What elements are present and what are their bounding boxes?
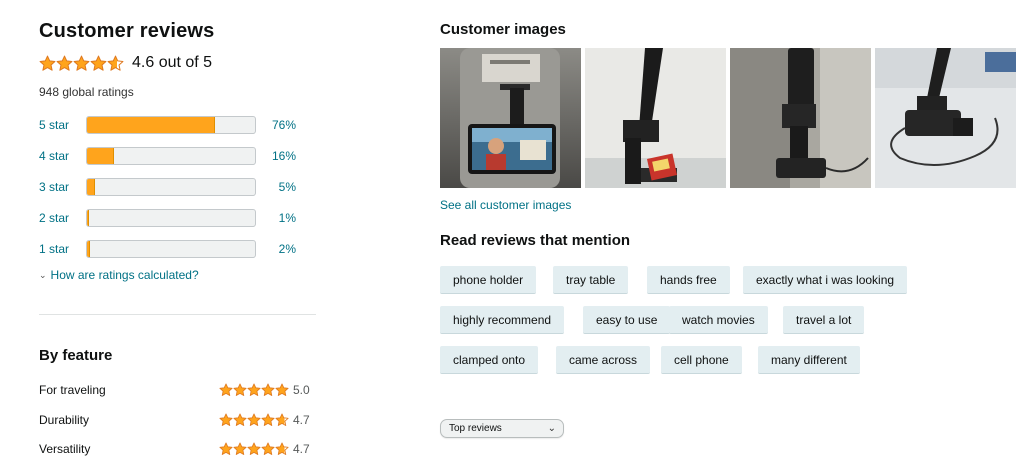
customer-image-strip <box>440 48 1016 188</box>
feature-stars-icon <box>219 383 289 397</box>
feature-name: Durability <box>39 413 90 427</box>
average-stars-icon <box>39 55 124 72</box>
star-icon <box>247 383 261 396</box>
star-icon <box>39 55 56 71</box>
star-icon <box>219 413 233 426</box>
feature-stars-icon <box>219 442 289 456</box>
sort-selected-value: Top reviews <box>449 423 502 434</box>
star-icon <box>219 442 233 455</box>
average-rating-text: 4.6 out of 5 <box>132 54 213 71</box>
histogram-label[interactable]: 4 star <box>39 149 86 163</box>
star-icon <box>261 413 275 426</box>
mention-chip[interactable]: cell phone <box>661 346 742 374</box>
feature-row-versatility: Versatility 4.7 <box>39 440 319 458</box>
mention-chip[interactable]: exactly what i was looking <box>743 266 908 294</box>
histogram-bar[interactable] <box>86 240 256 258</box>
star-icon <box>233 383 247 396</box>
feature-row-traveling: For traveling 5.0 <box>39 381 319 399</box>
airplane-seat-phone-holder-image <box>440 48 581 188</box>
star-icon <box>275 413 289 426</box>
mention-chip[interactable]: clamped onto <box>440 346 539 374</box>
mention-chip[interactable]: hands free <box>647 266 730 294</box>
histogram-bar[interactable] <box>86 178 256 196</box>
mention-chip[interactable]: many different <box>758 346 860 374</box>
histogram-label[interactable]: 3 star <box>39 180 86 194</box>
star-icon <box>219 383 233 396</box>
global-ratings-count: 948 global ratings <box>39 85 134 99</box>
histogram-bar[interactable] <box>86 147 256 165</box>
black-stand-close-up-image <box>585 48 726 188</box>
feature-name: Versatility <box>39 442 91 456</box>
reviews-title: Customer reviews <box>39 20 215 42</box>
by-feature-title: By feature <box>39 347 113 364</box>
ratings-calculation-label[interactable]: How are ratings calculated? <box>51 268 199 282</box>
mention-chip[interactable]: came across <box>556 346 651 374</box>
mention-chip[interactable]: phone holder <box>440 266 537 294</box>
star-icon <box>247 442 261 455</box>
star-icon <box>233 413 247 426</box>
feature-name: For traveling <box>39 383 106 397</box>
histogram-row-3[interactable]: 3 star 5% <box>39 177 319 197</box>
star-icon <box>73 55 90 71</box>
star-icon <box>56 55 73 71</box>
mention-chip[interactable]: easy to use <box>583 306 671 334</box>
star-icon <box>247 413 261 426</box>
feature-row-durability: Durability 4.7 <box>39 411 319 429</box>
feature-stars-icon <box>219 413 289 427</box>
chevron-down-icon: ⌄ <box>39 269 47 280</box>
mention-chip[interactable]: highly recommend <box>440 306 565 334</box>
customer-images-title: Customer images <box>440 21 566 38</box>
mention-chip[interactable]: tray table <box>553 266 629 294</box>
feature-value: 4.7 <box>293 442 310 456</box>
histogram-bar-fill <box>87 179 96 195</box>
histogram-bar-fill <box>87 241 91 257</box>
star-icon <box>261 383 275 396</box>
customer-image-thumbnail[interactable] <box>440 48 581 188</box>
mention-chip[interactable]: travel a lot <box>783 306 865 334</box>
read-reviews-mention-title: Read reviews that mention <box>440 232 631 249</box>
feature-value: 5.0 <box>293 383 310 397</box>
histogram-bar-fill <box>87 117 215 133</box>
chevron-down-icon: ⌄ <box>547 423 556 434</box>
average-rating[interactable]: 4.6 out of 5 <box>39 54 212 72</box>
histogram-bar[interactable] <box>86 116 256 134</box>
star-icon <box>275 383 289 396</box>
histogram-label[interactable]: 1 star <box>39 242 86 256</box>
ratings-calculation-link[interactable]: ⌄ How are ratings calculated? <box>39 268 199 282</box>
histogram-row-2[interactable]: 2 star 1% <box>39 208 319 228</box>
star-icon <box>233 442 247 455</box>
histogram-label[interactable]: 5 star <box>39 118 86 132</box>
histogram-row-5[interactable]: 5 star 76% <box>39 115 319 135</box>
histogram-percent[interactable]: 16% <box>256 149 296 163</box>
histogram-label[interactable]: 2 star <box>39 211 86 225</box>
star-icon <box>275 442 289 455</box>
star-icon <box>107 55 124 71</box>
star-icon <box>90 55 107 71</box>
histogram-percent[interactable]: 76% <box>256 118 296 132</box>
histogram-row-1[interactable]: 1 star 2% <box>39 239 319 259</box>
mention-chip[interactable]: watch movies <box>669 306 768 334</box>
customer-image-thumbnail[interactable] <box>730 48 871 188</box>
feature-value: 4.7 <box>293 413 310 427</box>
histogram-percent[interactable]: 1% <box>256 211 296 225</box>
histogram-percent[interactable]: 2% <box>256 242 296 256</box>
customer-image-thumbnail[interactable] <box>585 48 726 188</box>
star-icon <box>261 442 275 455</box>
histogram-bar[interactable] <box>86 209 256 227</box>
histogram-row-4[interactable]: 4 star 16% <box>39 146 319 166</box>
customer-image-thumbnail[interactable] <box>875 48 1016 188</box>
sort-reviews-select[interactable]: Top reviews ⌄ <box>440 419 564 438</box>
histogram-percent[interactable]: 5% <box>256 180 296 194</box>
histogram-bar-fill <box>87 148 114 164</box>
holder-on-seatback-image <box>730 48 871 188</box>
see-all-customer-images-link[interactable]: See all customer images <box>440 198 571 212</box>
histogram-bar-fill <box>87 210 89 226</box>
stand-with-cable-image <box>875 48 1016 188</box>
divider <box>39 314 316 315</box>
